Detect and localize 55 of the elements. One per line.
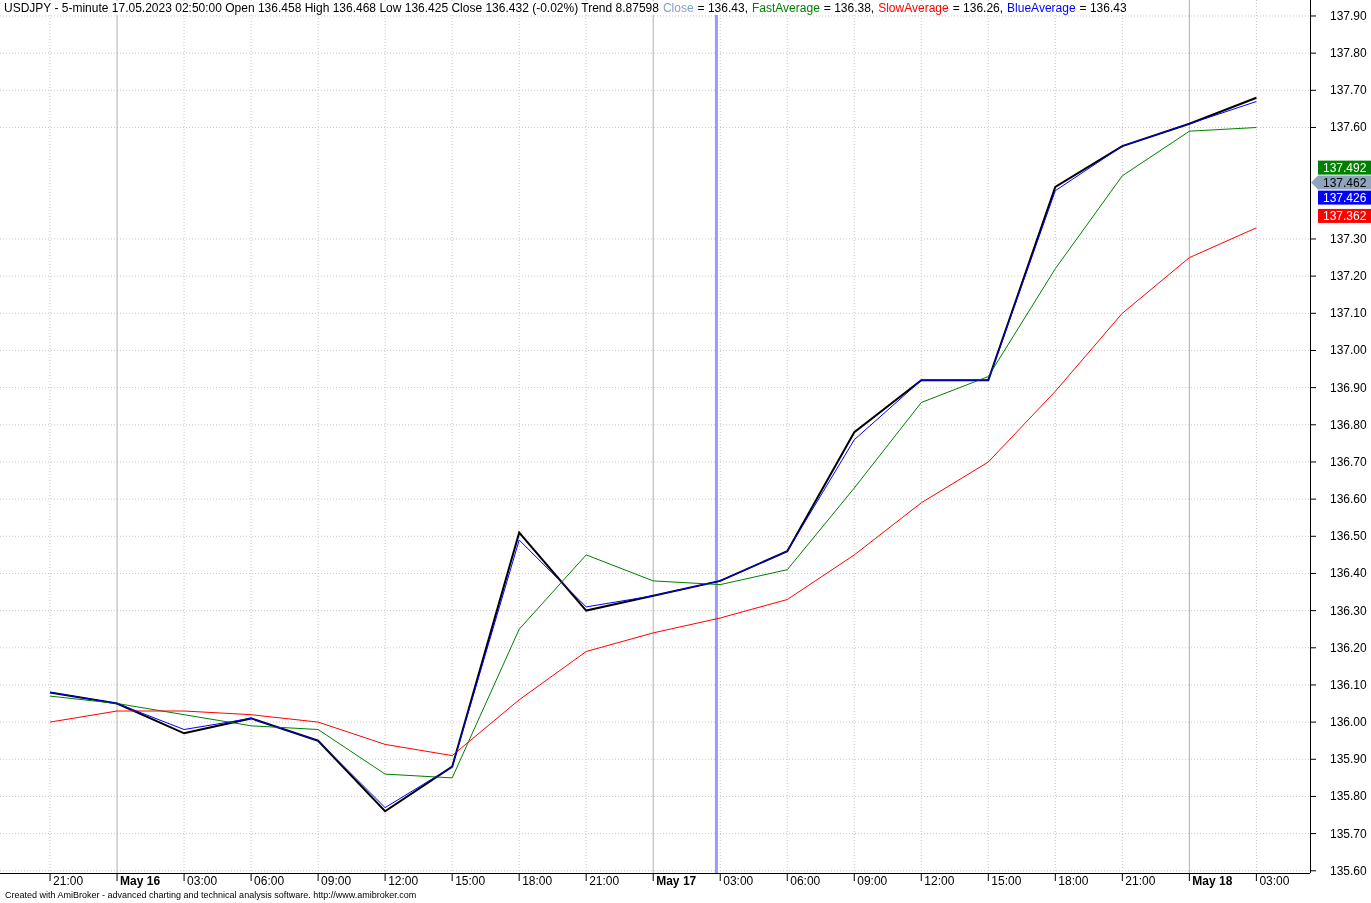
legend-label: FastAverage [752, 1, 820, 15]
footer-text: Created with AmiBroker - advanced charting and technical analysis software. http://www.amibroker.com [4, 889, 418, 902]
axis-label: 03:00 [723, 874, 754, 888]
legend-value: = 136.43, [697, 1, 748, 15]
legend-label: BlueAverage [1007, 1, 1076, 15]
axis-label: 06:00 [790, 874, 821, 888]
axis-label: 136.70 [1330, 454, 1367, 469]
axis-label: 136.10 [1330, 677, 1367, 692]
axis-label: 135.70 [1330, 826, 1367, 841]
axis-label: 137.00 [1330, 343, 1367, 358]
axis-label: 136.80 [1330, 417, 1367, 432]
axis-label: 12:00 [924, 874, 955, 888]
axis-label: 136.30 [1330, 603, 1367, 618]
axis-label: 136.00 [1330, 715, 1367, 730]
axis-label: 21:00 [53, 874, 84, 888]
axis-label: 137.90 [1330, 9, 1367, 23]
axis-label: 18:00 [1058, 874, 1089, 888]
axis-label: 136.20 [1330, 640, 1367, 655]
axis-label: 137.70 [1330, 83, 1367, 98]
legend-label: Close [662, 1, 694, 15]
axis-label: 137.10 [1330, 306, 1367, 321]
axis-label: 136.50 [1330, 529, 1367, 544]
axis-label: 06:00 [254, 874, 285, 888]
legend-value: = 136.43 [1079, 1, 1127, 15]
axis-label: 21:00 [1125, 874, 1156, 888]
legend-label: SlowAverage [878, 1, 949, 15]
axis-label: 137.30 [1330, 231, 1367, 246]
axis-label: 15:00 [991, 874, 1022, 888]
axis-label: 136.90 [1330, 380, 1367, 395]
axis-label: 135.80 [1330, 789, 1367, 804]
chart-title: USDJPY - 5-minute 17.05.2023 02:50:00 Open 136.458 High 136.468 Low 136.425 Close 136.432 (-0.02%) Trend 8.87598 [4, 1, 659, 15]
axis-label: 09:00 [321, 874, 352, 888]
axis-label: 21:00 [589, 874, 620, 888]
axis-label: 137.80 [1330, 46, 1367, 61]
axis-label: 12:00 [388, 874, 419, 888]
axis-label: May 16 [120, 874, 161, 888]
axis-label: 135.60 [1330, 863, 1367, 878]
axis-label: 137.20 [1330, 269, 1367, 284]
legend-value: = 136.38, [823, 1, 875, 15]
axis-label: May 18 [1192, 874, 1233, 888]
price-tag: 137.462 [1311, 175, 1371, 191]
axis-label: 137.60 [1330, 120, 1367, 135]
legend-value: = 136.26, [952, 1, 1004, 15]
price-tag: 137.426 [1318, 190, 1371, 206]
axis-label: 135.90 [1330, 752, 1367, 767]
axis-label: 09:00 [857, 874, 888, 888]
price-tag: 137.362 [1318, 208, 1371, 224]
axis-label: 03:00 [187, 874, 218, 888]
axis-label: 18:00 [522, 874, 553, 888]
axis-label: 136.40 [1330, 566, 1367, 581]
axis-label: May 17 [656, 874, 697, 888]
axis-label: 136.60 [1330, 492, 1367, 507]
price-tag: 137.492 [1318, 160, 1371, 176]
axis-label: 15:00 [455, 874, 486, 888]
axis-label: 03:00 [1259, 874, 1290, 888]
